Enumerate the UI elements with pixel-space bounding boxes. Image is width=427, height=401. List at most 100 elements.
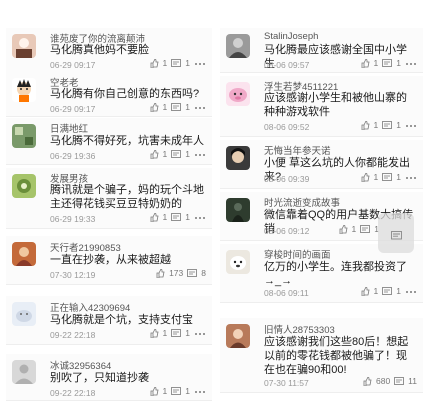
- floating-comment-button[interactable]: [378, 213, 414, 253]
- user-avatar[interactable]: [226, 82, 250, 106]
- comment-card[interactable]: 正在输入42309694 马化腾就是个坑，支持支付宝 09-22 22:18 1…: [6, 296, 212, 345]
- comment-count: 1: [396, 286, 401, 296]
- comment-count: 1: [185, 102, 190, 112]
- comment-icon[interactable]: [171, 328, 182, 338]
- comment-date: 07-30 12:19: [50, 270, 96, 280]
- like-icon[interactable]: [361, 286, 370, 296]
- user-avatar[interactable]: [12, 34, 36, 58]
- comment-actions: 1 1: [339, 224, 379, 234]
- username[interactable]: 天行者21990853: [50, 240, 121, 254]
- comment-count: 1: [185, 58, 190, 68]
- comment-text: 马化腾有你自己创意的东西吗?: [50, 88, 200, 100]
- user-avatar[interactable]: [226, 324, 250, 348]
- username[interactable]: 日满地红: [50, 121, 88, 135]
- comment-icon[interactable]: [187, 268, 198, 278]
- comment-icon[interactable]: [171, 149, 182, 159]
- comment-icon[interactable]: [171, 386, 182, 396]
- like-count: 1: [162, 212, 168, 222]
- comment-count: 1: [185, 212, 190, 222]
- comment-icon[interactable]: [360, 224, 371, 234]
- comment-date: 08-06 09:52: [264, 122, 310, 132]
- more-icon[interactable]: [194, 59, 206, 68]
- comment-card[interactable]: 天行者21990853 一直在抄袭，从来被超越 07-30 12:19 173 …: [6, 236, 212, 285]
- like-count: 1: [162, 58, 168, 68]
- comment-icon[interactable]: [382, 120, 393, 130]
- comment-actions: 1 1: [361, 120, 417, 130]
- username[interactable]: 旧情人28753303: [264, 322, 335, 336]
- comment-actions: 1 1: [150, 102, 206, 112]
- comment-actions: 1 1: [361, 58, 417, 68]
- comment-actions: 1 1: [361, 172, 417, 182]
- comment-card[interactable]: 空老老 马化腾有你自己创意的东西吗? 06-29 09:17 1 1: [6, 72, 212, 117]
- like-icon[interactable]: [150, 328, 159, 338]
- username[interactable]: 穿梭时间的画面: [264, 247, 331, 261]
- more-icon[interactable]: [194, 150, 206, 159]
- more-icon[interactable]: [194, 213, 206, 222]
- user-avatar[interactable]: [12, 242, 36, 266]
- user-avatar[interactable]: [12, 174, 36, 198]
- comment-card[interactable]: 冰诚32956364 别吹了，只知道抄袭 09-22 22:18 1 1: [6, 354, 212, 401]
- username[interactable]: 无悔当年参天诺: [264, 143, 331, 157]
- more-icon[interactable]: [405, 59, 417, 68]
- comment-card[interactable]: 谁苑废了你的流离颠沛 马化腾真他妈不要脸 06-29 09:17 1 1: [6, 28, 212, 73]
- comment-icon[interactable]: [171, 212, 182, 222]
- like-count: 1: [162, 328, 168, 338]
- like-icon[interactable]: [156, 268, 165, 278]
- comment-count: 1: [396, 58, 401, 68]
- like-icon[interactable]: [150, 102, 159, 112]
- comment-card[interactable]: 日满地红 马化腾不得好死，坑害未成年人 06-29 19:36 1 1: [6, 118, 212, 165]
- like-count: 1: [162, 149, 168, 159]
- user-avatar[interactable]: [226, 250, 250, 274]
- like-icon[interactable]: [361, 58, 370, 68]
- comment-date: 09-22 22:18: [50, 330, 96, 340]
- like-icon[interactable]: [363, 376, 372, 386]
- more-icon[interactable]: [405, 287, 417, 296]
- comment-count: 8: [201, 268, 206, 278]
- comment-text: 亿万的小学生。连我都投资了→_→: [264, 261, 407, 287]
- like-icon[interactable]: [150, 212, 159, 222]
- user-avatar[interactable]: [12, 124, 36, 148]
- user-avatar[interactable]: [226, 198, 250, 222]
- user-avatar[interactable]: [12, 302, 36, 326]
- comment-card[interactable]: 无悔当年参天诺 小便 草这么坑的人你都能发出来? 08-06 09:39 1 1: [220, 140, 423, 189]
- like-icon[interactable]: [150, 149, 159, 159]
- user-avatar[interactable]: [12, 360, 36, 384]
- comment-actions: 1 1: [361, 286, 417, 296]
- like-icon[interactable]: [150, 58, 159, 68]
- like-count: 1: [373, 58, 379, 68]
- comment-icon[interactable]: [382, 286, 393, 296]
- like-icon[interactable]: [150, 386, 159, 396]
- comment-icon[interactable]: [394, 376, 405, 386]
- comment-icon[interactable]: [171, 102, 182, 112]
- username[interactable]: 冰诚32956364: [50, 358, 111, 372]
- comment-card[interactable]: 浮生若梦4511221 应该感谢小学生和被他山寨的种种游戏软件 08-06 09…: [220, 76, 423, 137]
- user-avatar[interactable]: [226, 146, 250, 170]
- username[interactable]: 正在输入42309694: [50, 300, 130, 314]
- user-avatar[interactable]: [226, 34, 250, 58]
- like-icon[interactable]: [339, 224, 348, 234]
- like-icon[interactable]: [361, 172, 370, 182]
- comment-card[interactable]: 发展男孩 腾讯就是个骗子，妈的玩个斗地主还得花钱买豆豆特奶奶的 06-29 19…: [6, 168, 212, 229]
- user-avatar[interactable]: [12, 78, 36, 102]
- more-icon[interactable]: [405, 121, 417, 130]
- comment-card[interactable]: StalinJoseph 马化腾最应该感谢全国中小学生 08-06 09:57 …: [220, 28, 423, 73]
- comment-count: 11: [408, 376, 417, 386]
- comment-actions: 173 8: [156, 268, 206, 278]
- comment-icon[interactable]: [382, 172, 393, 182]
- like-icon[interactable]: [361, 120, 370, 130]
- comment-date: 08-06 09:57: [264, 60, 310, 70]
- more-icon[interactable]: [194, 329, 206, 338]
- username[interactable]: StalinJoseph: [264, 31, 318, 42]
- like-count: 1: [373, 172, 379, 182]
- comment-icon[interactable]: [171, 58, 182, 68]
- like-count: 1: [351, 224, 357, 234]
- comment-text: 马化腾真他妈不要脸: [50, 44, 149, 56]
- comment-date: 09-22 22:18: [50, 388, 96, 398]
- comment-card[interactable]: 旧情人28753303 应该感谢我们这些80后！想起以前的零花钱都被他骗了！现在…: [220, 318, 423, 393]
- like-count: 173: [169, 268, 184, 278]
- username[interactable]: 时光流逝变成故事: [264, 195, 340, 209]
- more-icon[interactable]: [405, 173, 417, 182]
- comment-icon[interactable]: [382, 58, 393, 68]
- more-icon[interactable]: [194, 103, 206, 112]
- more-icon[interactable]: [194, 387, 206, 396]
